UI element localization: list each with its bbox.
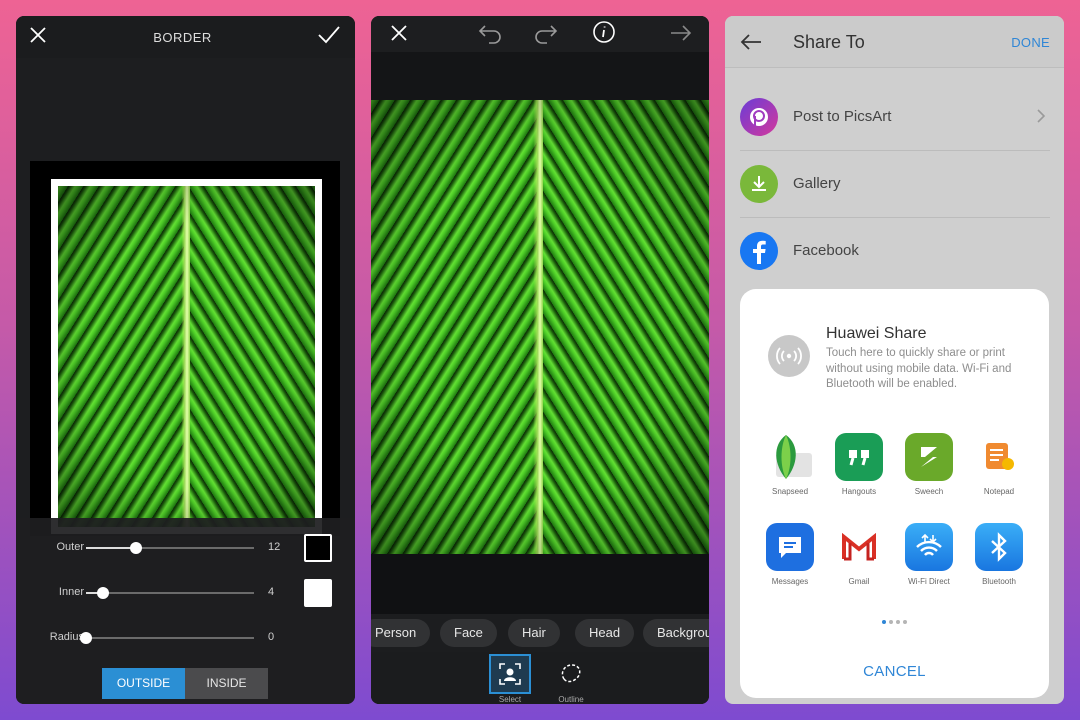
notepad-icon: [975, 433, 1023, 481]
app-sweech[interactable]: Sweech: [900, 433, 958, 496]
outer-slider-row: Outer 12: [16, 533, 355, 563]
radius-value: 0: [268, 631, 275, 643]
share-header: Share To DONE: [725, 16, 1064, 68]
select-editor-screen: Person Face Hair Head Background Select …: [371, 16, 709, 704]
snapseed-icon: [766, 433, 814, 481]
outer-label: Outer: [56, 541, 84, 553]
app-notepad[interactable]: Notepad: [970, 433, 1028, 496]
share-sheet: Huawei Share Touch here to quickly share…: [740, 289, 1049, 698]
app-gmail[interactable]: Gmail: [830, 523, 888, 586]
app-snapseed[interactable]: Snapseed: [761, 433, 819, 496]
bluetooth-icon: [975, 523, 1023, 571]
outer-slider-handle[interactable]: [130, 542, 143, 554]
radius-slider[interactable]: [80, 632, 254, 644]
chip-head[interactable]: Head: [575, 619, 635, 647]
lasso-icon: [561, 664, 581, 683]
share-target-label: Facebook: [793, 242, 859, 259]
inner-slider[interactable]: [86, 587, 254, 599]
share-target-picsart[interactable]: Post to PicsArt: [725, 84, 1064, 151]
done-button[interactable]: DONE: [1011, 35, 1050, 50]
picsart-icon: [740, 98, 778, 136]
share-target-gallery[interactable]: Gallery: [725, 151, 1064, 218]
outer-color-swatch[interactable]: [304, 534, 332, 562]
inside-button[interactable]: INSIDE: [185, 668, 268, 699]
app-hangouts[interactable]: Hangouts: [830, 433, 888, 496]
outside-button[interactable]: OUTSIDE: [102, 668, 185, 699]
hangouts-icon: [835, 433, 883, 481]
back-arrow-icon[interactable]: [739, 30, 763, 59]
page-title: Share To: [793, 32, 865, 52]
inner-value: 4: [268, 586, 275, 598]
close-icon[interactable]: [389, 23, 409, 48]
next-arrow-icon[interactable]: [669, 23, 693, 48]
leaf-photo: [58, 186, 315, 527]
undo-icon[interactable]: [477, 22, 503, 49]
huawei-share-description: Touch here to quickly share or print wit…: [826, 347, 1012, 390]
inner-label: Inner: [58, 586, 84, 598]
radius-label: Radius: [49, 631, 84, 643]
share-target-facebook[interactable]: Facebook: [725, 218, 1064, 285]
page-indicator: [882, 620, 907, 624]
chip-face[interactable]: Face: [440, 619, 497, 647]
app-messages[interactable]: Messages: [761, 523, 819, 586]
close-icon[interactable]: [28, 25, 48, 50]
chip-hair[interactable]: Hair: [508, 619, 560, 647]
app-wifi-direct[interactable]: Wi-Fi Direct: [900, 523, 958, 586]
border-controls: Outer 12 Inner 4 Radius 0 OUTSIDE INSIDE: [16, 518, 355, 704]
outline-tool-label: Outline: [558, 695, 584, 704]
selection-category-bar: Person Face Hair Head Background: [371, 614, 709, 652]
radius-slider-row: Radius 0: [16, 623, 355, 653]
huawei-share-title[interactable]: Huawei Share: [826, 325, 927, 343]
messages-icon: [766, 523, 814, 571]
wifi-direct-icon: [905, 523, 953, 571]
gmail-icon: [835, 523, 883, 571]
border-position-toggle: OUTSIDE INSIDE: [102, 668, 268, 699]
download-icon: [740, 165, 778, 203]
bordered-photo: [51, 179, 322, 534]
selection-tools: Select Outline: [371, 652, 709, 704]
outer-value: 12: [268, 541, 281, 553]
page-title: BORDER: [153, 29, 212, 45]
facebook-icon: [740, 232, 778, 270]
share-screen: Share To DONE Post to PicsArt Gallery Fa…: [725, 16, 1064, 704]
border-editor-screen: BORDER Outer 12 Inner 4 Radius 0 OUTSIDE…: [16, 16, 355, 704]
redo-icon[interactable]: [533, 22, 559, 49]
share-target-label: Post to PicsArt: [793, 108, 892, 125]
chip-background[interactable]: Background: [643, 619, 709, 647]
huawei-share-icon[interactable]: [768, 335, 810, 377]
select-person-icon: [499, 663, 521, 685]
share-target-label: Gallery: [793, 175, 841, 192]
cancel-button[interactable]: CANCEL: [740, 663, 1049, 680]
select-toolbar: [371, 16, 709, 52]
info-icon[interactable]: [592, 20, 616, 49]
chip-person[interactable]: Person: [371, 619, 431, 647]
outline-tool[interactable]: Outline: [550, 654, 592, 704]
canvas-padding: [371, 52, 709, 100]
radius-slider-handle[interactable]: [80, 632, 92, 644]
leaf-photo: [371, 100, 709, 554]
select-tool[interactable]: Select: [489, 654, 531, 704]
check-icon[interactable]: [317, 25, 341, 50]
sweech-icon: [905, 433, 953, 481]
inner-slider-row: Inner 4: [16, 578, 355, 608]
app-bluetooth[interactable]: Bluetooth: [970, 523, 1028, 586]
select-tool-label: Select: [498, 695, 522, 704]
border-toolbar: BORDER: [16, 16, 355, 58]
outer-slider[interactable]: [86, 542, 254, 554]
inner-color-swatch[interactable]: [304, 579, 332, 607]
chevron-right-icon: [1036, 108, 1046, 129]
inner-slider-handle[interactable]: [96, 587, 109, 599]
